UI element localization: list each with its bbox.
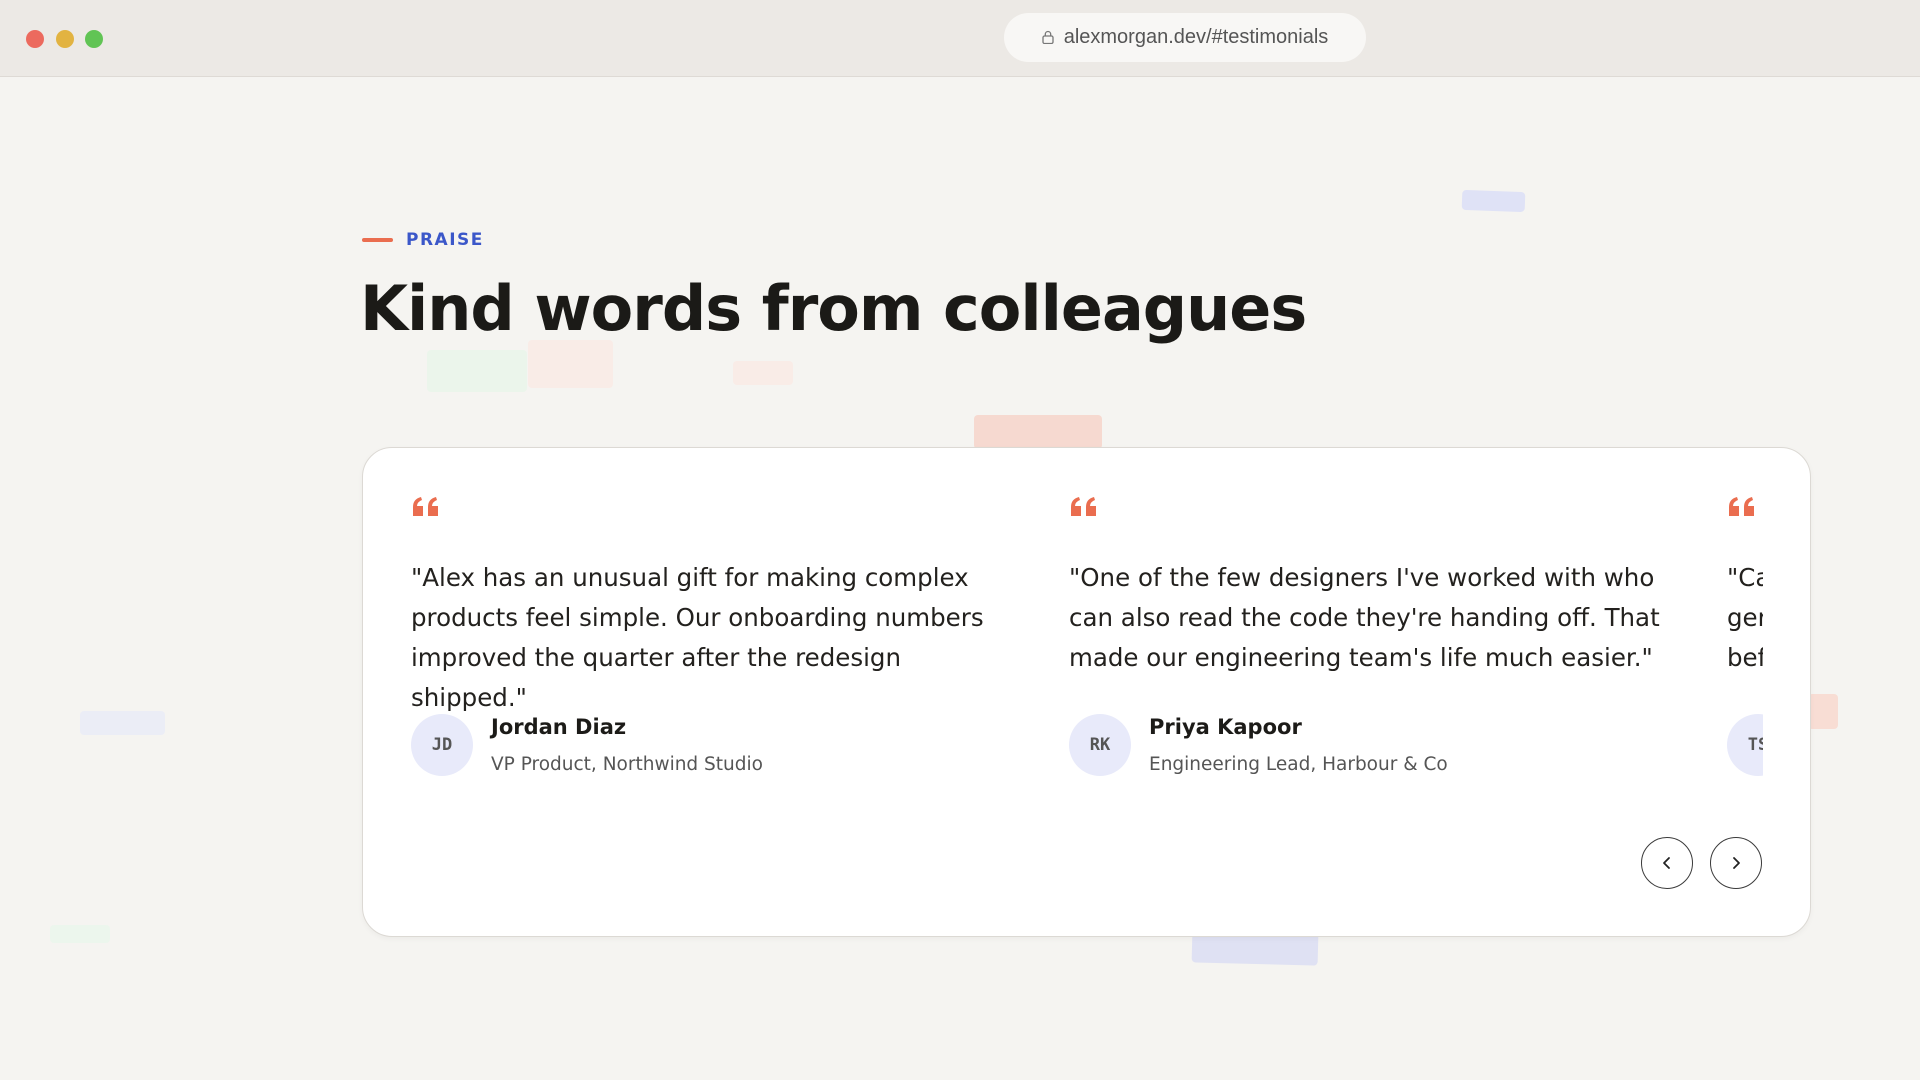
eyebrow-label: PRAISE [406,230,484,250]
testimonials-carousel: "Alex has an unusual gift for making com… [362,447,1811,937]
decor-shape [50,925,110,943]
chevron-right-icon [1733,857,1740,869]
carousel-prev-button[interactable] [1641,837,1693,889]
section-eyebrow: PRAISE [362,230,484,250]
testimonial-slide: "Ca ger bef TS [1727,488,1763,788]
decor-shape [528,340,613,388]
testimonial-author-role: Engineering Lead, Harbour & Co [1149,754,1448,775]
carousel-next-button[interactable] [1710,837,1762,889]
decor-shape [1461,189,1526,213]
decor-shape [1808,694,1838,729]
chevron-left-icon [1663,857,1670,869]
carousel-viewport[interactable]: "Alex has an unusual gift for making com… [411,488,1763,788]
maximize-window-button[interactable] [85,30,103,48]
url-text: alexmorgan.dev/#testimonials [1063,26,1329,48]
address-bar[interactable]: alexmorgan.dev/#testimonials [1004,13,1366,62]
testimonial-author-name: Jordan Diaz [491,715,627,739]
decor-shape [733,361,793,385]
decor-shape [427,350,527,392]
minimize-window-button[interactable] [56,30,74,48]
testimonial-author-name: Priya Kapoor [1149,715,1302,739]
testimonial-quote: "Alex has an unusual gift for making com… [411,563,984,712]
testimonial-slide: "One of the few designers I've worked wi… [1069,488,1679,788]
section-title: Kind words from colleagues [360,272,1307,345]
close-window-button[interactable] [26,30,44,48]
testimonial-author-role: VP Product, Northwind Studio [491,754,763,775]
testimonial-quote: "One of the few designers I've worked wi… [1069,563,1660,672]
lock-icon [1042,30,1054,44]
decor-shape [80,711,165,735]
decor-shape [974,415,1102,449]
browser-chrome: alexmorgan.dev/#testimonials [0,0,1920,77]
eyebrow-accent-bar [362,238,393,242]
avatar: TS [1727,714,1763,776]
testimonial-slide: "Alex has an unusual gift for making com… [411,488,1021,788]
quote-icon [1729,497,1754,516]
avatar: RK [1069,714,1131,776]
avatar: JD [411,714,473,776]
quote-icon [413,497,438,516]
testimonial-quote: "Ca ger bef [1727,563,1763,672]
quote-icon [1071,497,1096,516]
